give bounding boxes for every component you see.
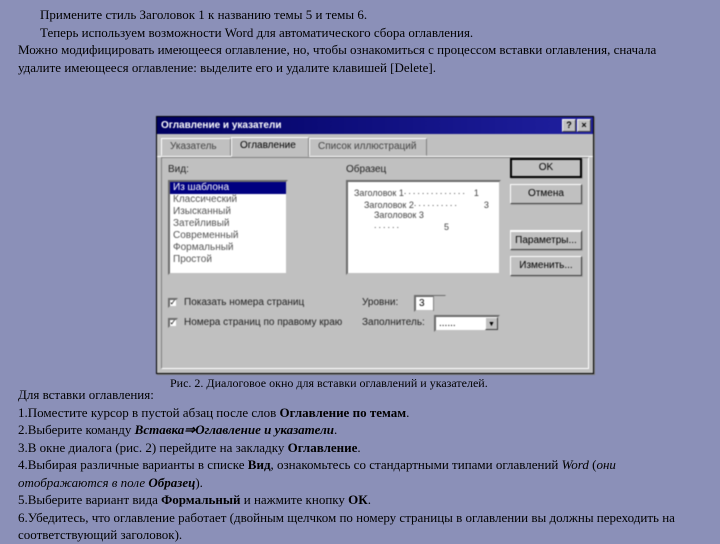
help-button[interactable]: ? <box>562 119 576 132</box>
step-1: 1.Поместите курсор в пустой абзац после … <box>18 404 702 422</box>
vid-label: Вид: <box>168 164 189 175</box>
tab-toc[interactable]: Оглавление <box>231 137 309 157</box>
obrazec-label: Образец <box>346 164 386 175</box>
list-item[interactable]: Изысканный <box>170 206 286 218</box>
para-3: Можно модифицировать имеющееся оглавлени… <box>18 41 702 76</box>
document-text: Примените стиль Заголовок 1 к названию т… <box>0 0 720 76</box>
step-2: 2.Выберите команду Вставка⇒Оглавление и … <box>18 421 702 439</box>
chk1-label: Показать номера страниц <box>184 297 304 308</box>
instructions: Для вставки оглавления: 1.Поместите курс… <box>18 386 702 544</box>
chk-show-pages[interactable]: ✓ <box>168 298 178 308</box>
dialog-title: Оглавление и указатели <box>161 120 281 131</box>
cancel-button[interactable]: Отмена <box>510 184 582 204</box>
urovni-label: Уровни: <box>362 297 398 308</box>
toc-dialog: Оглавление и указатели ? × Указатель Огл… <box>156 116 594 374</box>
list-item[interactable]: Классический <box>170 194 286 206</box>
step-5: 5.Выберите вариант вида Формальный и наж… <box>18 491 702 509</box>
list-item[interactable]: Простой <box>170 254 286 266</box>
para-2a: Теперь используем возможности Word для а… <box>40 25 473 40</box>
step-3: 3.В окне диалога (рис. 2) перейдите на з… <box>18 439 702 457</box>
close-button[interactable]: × <box>577 119 591 132</box>
levels-spinner[interactable]: 3 <box>414 295 446 312</box>
para-1: Примените стиль Заголовок 1 к названию т… <box>18 6 702 24</box>
list-item[interactable]: Современный <box>170 230 286 242</box>
step-intro: Для вставки оглавления: <box>18 386 702 404</box>
preview-box: Заголовок 1..............1 Заголовок 2..… <box>346 180 501 275</box>
zapoln-label: Заполнитель: <box>362 317 425 328</box>
chk-right-align[interactable]: ✓ <box>168 318 178 328</box>
tab-figures[interactable]: Список иллюстраций <box>309 138 427 156</box>
titlebar[interactable]: Оглавление и указатели ? × <box>157 117 593 134</box>
fill-combo[interactable]: ......▼ <box>434 315 500 332</box>
modify-button[interactable]: Изменить... <box>510 256 582 276</box>
tabs: Указатель Оглавление Список иллюстраций <box>157 137 593 157</box>
list-item[interactable]: Из шаблона <box>170 182 286 194</box>
step-4: 4.Выбирая различные варианты в списке Ви… <box>18 456 702 491</box>
vid-listbox[interactable]: Из шаблона Классический Изысканный Затей… <box>168 180 288 275</box>
chk2-label: Номера страниц по правому краю <box>184 317 342 328</box>
tab-index[interactable]: Указатель <box>161 138 231 156</box>
options-button[interactable]: Параметры... <box>510 230 582 250</box>
step-6: 6.Убедитесь, что оглавление работает (дв… <box>18 509 702 544</box>
list-item[interactable]: Затейливый <box>170 218 286 230</box>
ok-button[interactable]: OK <box>510 158 582 178</box>
list-item[interactable]: Формальный <box>170 242 286 254</box>
dialog-body: Вид: Образец Из шаблона Классический Изы… <box>161 157 589 369</box>
